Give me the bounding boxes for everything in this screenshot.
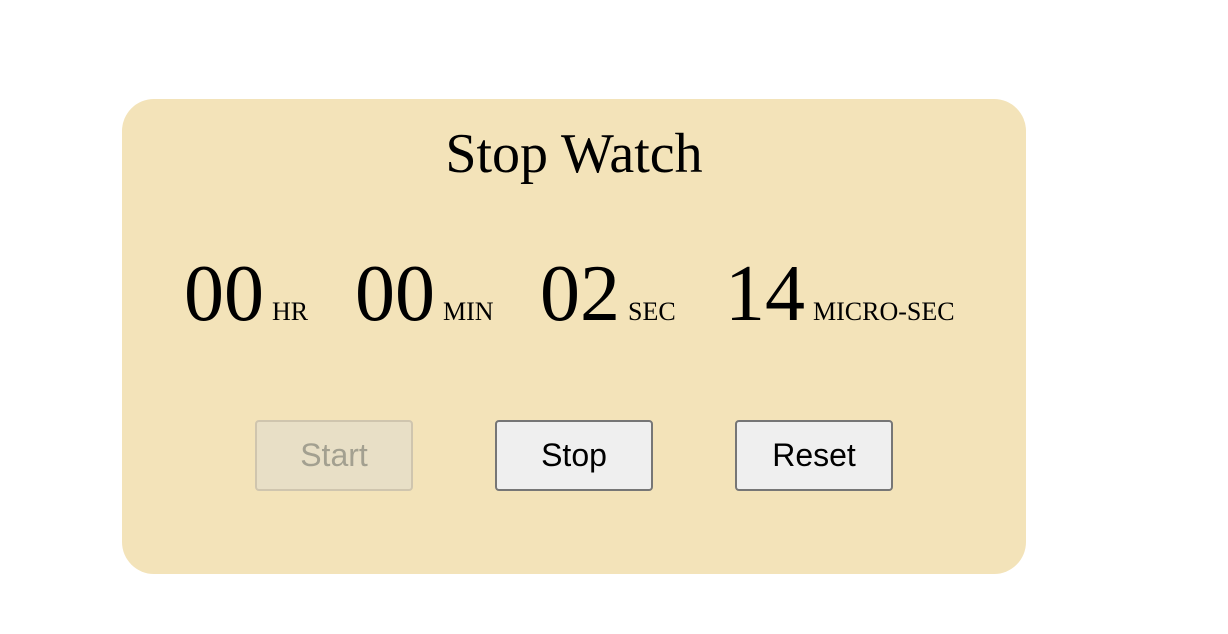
stop-button[interactable]: Stop bbox=[495, 420, 653, 491]
seconds-display: 02 SEC bbox=[540, 254, 676, 338]
minutes-value: 00 bbox=[355, 250, 435, 338]
hours-unit-label: HR bbox=[272, 297, 309, 326]
hours-value: 00 bbox=[184, 250, 264, 338]
microseconds-value: 14 bbox=[725, 250, 805, 338]
minutes-unit-label: MIN bbox=[443, 297, 494, 326]
microseconds-display: 14 MICRO-SEC bbox=[725, 254, 955, 338]
hours-display: 00 HR bbox=[184, 254, 308, 338]
minutes-display: 00 MIN bbox=[355, 254, 494, 338]
seconds-unit-label: SEC bbox=[628, 297, 676, 326]
reset-button[interactable]: Reset bbox=[735, 420, 893, 491]
microseconds-unit-label: MICRO-SEC bbox=[813, 297, 955, 326]
start-button[interactable]: Start bbox=[255, 420, 413, 491]
seconds-value: 02 bbox=[540, 250, 620, 338]
page-title: Stop Watch bbox=[445, 123, 703, 185]
